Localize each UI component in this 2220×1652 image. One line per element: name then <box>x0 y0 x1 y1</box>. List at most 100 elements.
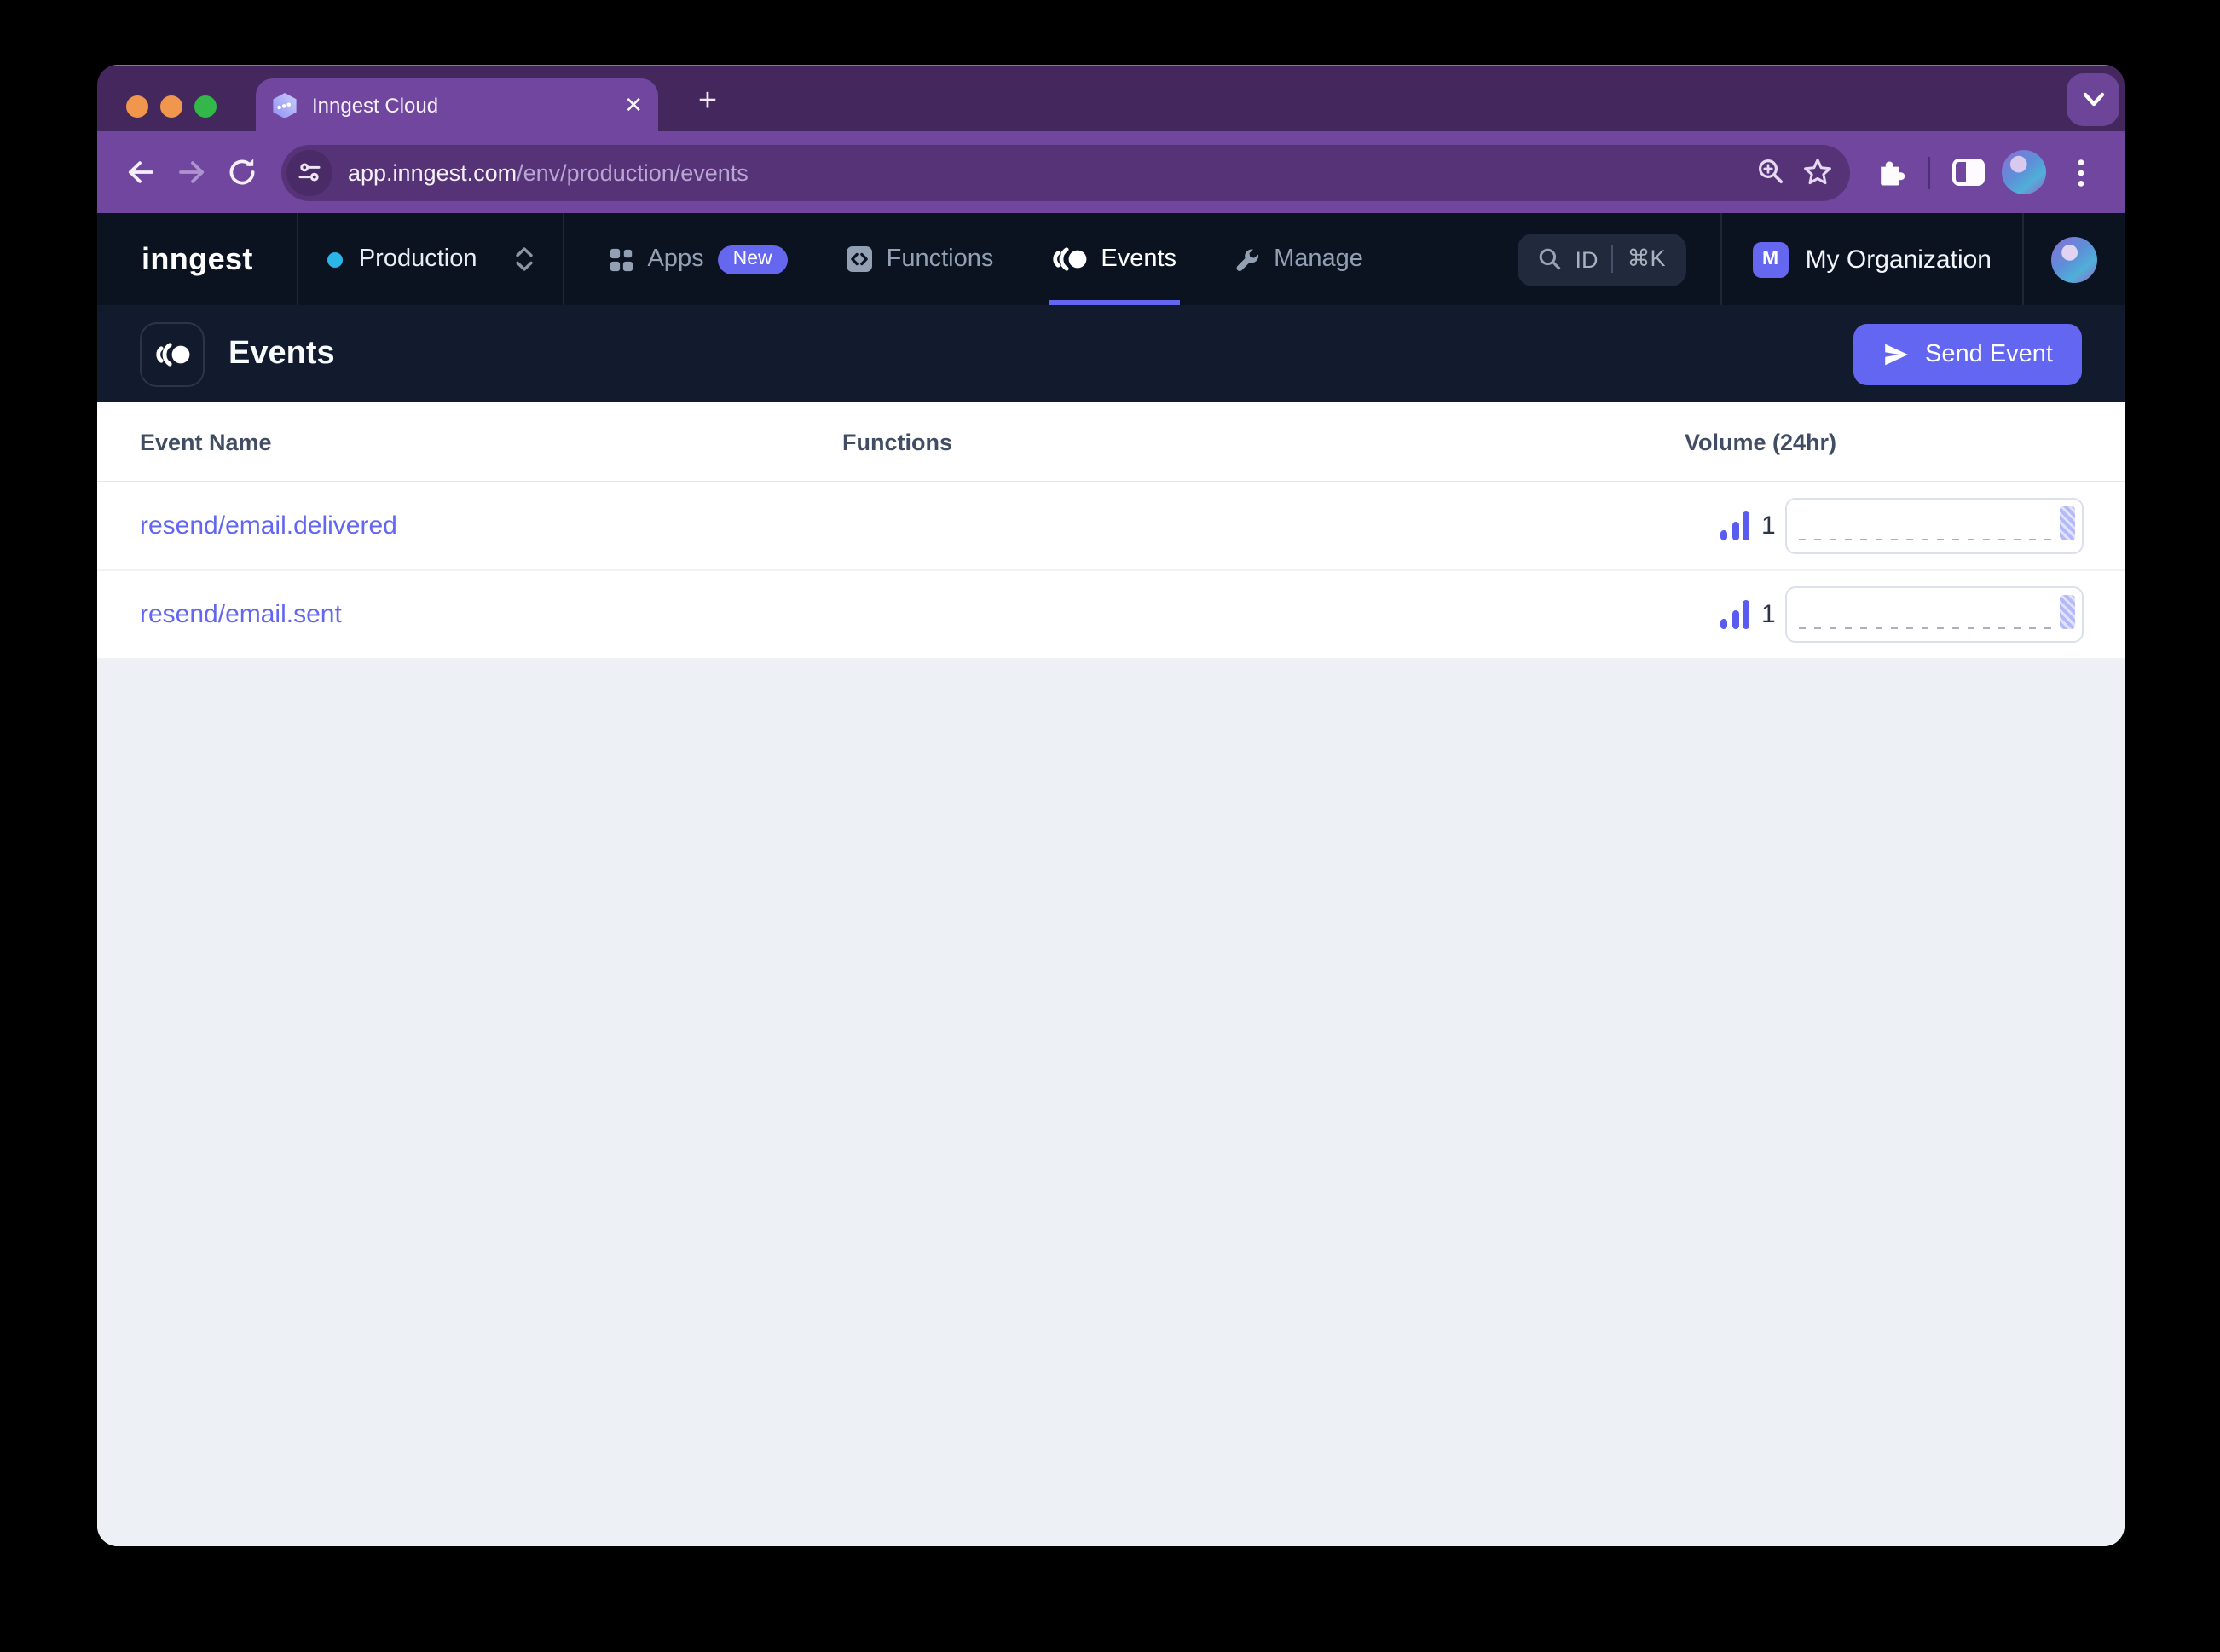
tab-strip: Inngest Cloud ✕ + <box>97 65 2125 131</box>
environment-selector[interactable]: Production <box>299 213 563 305</box>
nav-item-events[interactable]: Events <box>1048 213 1181 305</box>
page-header-left: Events <box>140 321 335 386</box>
organization-avatar: M <box>1752 241 1789 277</box>
environment-status-dot <box>327 251 344 267</box>
close-window-button[interactable] <box>126 95 148 118</box>
table-header: Event Name Functions Volume (24hr) <box>97 402 2125 482</box>
browser-menu-button[interactable] <box>2058 150 2102 194</box>
zoom-window-button[interactable] <box>194 95 217 118</box>
sparkline-bar <box>2060 505 2075 540</box>
page-title: Events <box>228 335 335 371</box>
nav-item-label: Functions <box>886 245 994 273</box>
sparkline-baseline <box>1799 538 2056 540</box>
extensions-button[interactable] <box>1868 150 1912 194</box>
nav-item-label: Events <box>1101 245 1177 273</box>
volume-sparkline <box>1785 586 2084 643</box>
nav-item-apps[interactable]: Apps New <box>608 213 788 305</box>
search-id-label: ID <box>1575 246 1599 272</box>
back-button[interactable] <box>118 150 162 194</box>
events-icon-box <box>140 321 205 386</box>
user-avatar <box>2051 236 2097 282</box>
new-tab-button[interactable]: + <box>684 78 731 126</box>
empty-area <box>97 660 2125 1546</box>
volume-cell: 1 <box>1685 586 2084 643</box>
table-row[interactable]: resend/email.delivered 1 <box>97 482 2125 571</box>
volume-value: 1 <box>1761 600 1776 629</box>
functions-code-icon <box>846 246 872 272</box>
browser-profile-avatar[interactable] <box>2002 150 2046 194</box>
column-functions: Functions <box>842 429 952 454</box>
site-settings-button[interactable] <box>286 149 332 195</box>
page-header: Events Send Event <box>97 305 2125 402</box>
volume-count: 1 <box>1720 511 1776 540</box>
organization-menu[interactable]: M My Organization <box>1722 213 2022 305</box>
event-name-link[interactable]: resend/email.sent <box>140 599 342 628</box>
url-path: /env/production/events <box>517 159 749 185</box>
tab-close-icon[interactable]: ✕ <box>624 94 643 116</box>
app-navbar: inngest Production Apps New Functions Ev… <box>97 213 2125 305</box>
table-row[interactable]: resend/email.sent 1 <box>97 571 2125 660</box>
back-arrow-icon <box>127 161 153 183</box>
browser-tab[interactable]: Inngest Cloud ✕ <box>256 78 658 131</box>
inngest-logo[interactable]: inngest <box>97 213 298 305</box>
url-text: app.inngest.com/env/production/events <box>348 159 1740 185</box>
window-controls <box>126 95 217 118</box>
kebab-menu-icon <box>2077 159 2084 186</box>
updown-chevrons-icon <box>514 247 533 271</box>
forward-button[interactable] <box>169 150 213 194</box>
environment-label: Production <box>358 245 477 273</box>
puzzle-icon <box>1880 161 1905 186</box>
toolbar-divider <box>1928 156 1930 188</box>
reload-button[interactable] <box>220 150 264 194</box>
organization-name: My Organization <box>1805 245 1992 274</box>
side-panel-icon <box>1951 159 1984 186</box>
volume-sparkline <box>1785 498 2084 554</box>
search-icon <box>1539 248 1560 270</box>
screen: Inngest Cloud ✕ + app.inngest.com/env/pr… <box>0 0 2220 1652</box>
send-icon <box>1885 343 1909 365</box>
chevron-down-icon <box>2082 92 2104 107</box>
column-event-name: Event Name <box>140 429 272 454</box>
volume-count: 1 <box>1720 600 1776 629</box>
events-stream-icon <box>155 342 189 366</box>
tab-title: Inngest Cloud <box>312 93 439 117</box>
search-shortcut[interactable]: ID ⌘K <box>1517 233 1686 286</box>
volume-value: 1 <box>1761 511 1776 540</box>
search-divider <box>1611 245 1614 273</box>
volume-cell: 1 <box>1685 498 2084 554</box>
send-event-label: Send Event <box>1925 340 2053 367</box>
side-panel-button[interactable] <box>1945 150 1990 194</box>
address-bar[interactable]: app.inngest.com/env/production/events <box>281 144 1849 200</box>
nav-item-label: Apps <box>647 245 704 273</box>
event-name-link[interactable]: resend/email.delivered <box>140 511 397 540</box>
send-event-button[interactable]: Send Event <box>1853 323 2082 384</box>
apps-grid-icon <box>610 247 633 271</box>
events-stream-icon <box>1052 247 1086 271</box>
nav-item-label: Manage <box>1274 245 1363 273</box>
sparkline-baseline <box>1799 627 2056 629</box>
minimize-window-button[interactable] <box>160 95 182 118</box>
bar-chart-icon <box>1720 511 1749 540</box>
browser-window: Inngest Cloud ✕ + app.inngest.com/env/pr… <box>97 65 2125 1546</box>
reload-icon <box>229 159 255 185</box>
search-shortcut-keys: ⌘K <box>1627 245 1666 271</box>
tab-search-button[interactable] <box>2067 73 2119 126</box>
url-host: app.inngest.com <box>348 159 517 185</box>
wrench-icon <box>1236 248 1259 271</box>
sparkline-bar <box>2060 594 2075 629</box>
nav-items: Apps New Functions Events Manage <box>564 213 1407 305</box>
bookmark-star-icon[interactable] <box>1801 157 1832 188</box>
user-menu[interactable] <box>2024 213 2125 305</box>
bar-chart-icon <box>1720 600 1749 629</box>
forward-arrow-icon <box>178 161 204 183</box>
nav-item-functions[interactable]: Functions <box>846 213 994 305</box>
tune-icon <box>298 163 321 182</box>
inngest-favicon <box>273 92 297 118</box>
zoom-in-icon[interactable] <box>1755 157 1786 188</box>
new-badge: New <box>717 245 788 274</box>
events-table: Event Name Functions Volume (24hr) resen… <box>97 402 2125 1546</box>
nav-item-manage[interactable]: Manage <box>1234 213 1363 305</box>
browser-toolbar: app.inngest.com/env/production/events <box>97 131 2125 213</box>
column-volume: Volume (24hr) <box>1685 429 1837 454</box>
